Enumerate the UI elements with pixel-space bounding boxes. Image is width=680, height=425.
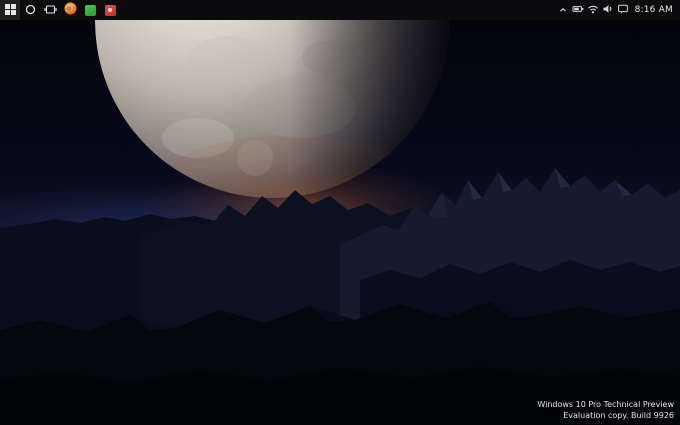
windows-logo-icon (4, 3, 16, 18)
battery-button[interactable] (571, 0, 586, 20)
desktop-screen: 8:16 AM Windows 10 Pro Technical Preview… (0, 0, 680, 425)
volume-icon (602, 3, 614, 18)
taskbar-left-group (0, 0, 120, 20)
taskbar: 8:16 AM (0, 0, 680, 20)
search-button[interactable] (20, 0, 40, 20)
volume-button[interactable] (601, 0, 616, 20)
red-app-icon (104, 4, 116, 16)
task-view-button[interactable] (40, 0, 60, 20)
search-icon (25, 3, 36, 18)
battery-icon (572, 3, 584, 18)
action-center-icon (617, 3, 629, 18)
taskbar-clock[interactable]: 8:16 AM (631, 0, 680, 20)
start-button[interactable] (0, 0, 20, 20)
firefox-icon (64, 2, 77, 18)
tray-expand-button[interactable] (556, 0, 571, 20)
network-icon (587, 3, 599, 18)
taskbar-app-red[interactable] (100, 0, 120, 20)
wallpaper-art (0, 20, 680, 425)
task-view-icon (43, 3, 57, 18)
network-button[interactable] (586, 0, 601, 20)
chevron-up-icon (558, 3, 568, 18)
green-app-icon (84, 4, 96, 16)
taskbar-app-green[interactable] (80, 0, 100, 20)
desktop-wallpaper[interactable]: Windows 10 Pro Technical Preview Evaluat… (0, 20, 680, 425)
system-tray: 8:16 AM (556, 0, 680, 20)
taskbar-app-firefox[interactable] (60, 0, 80, 20)
action-center-button[interactable] (616, 0, 631, 20)
